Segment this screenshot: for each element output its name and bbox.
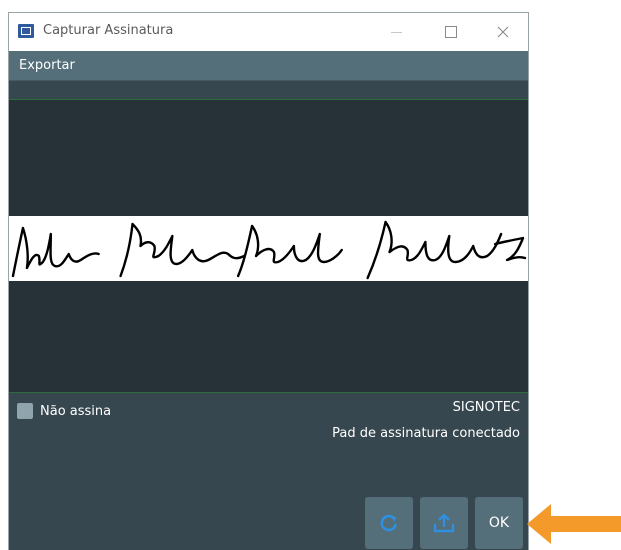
refresh-icon (380, 514, 397, 532)
capture-signature-window: Capturar Assinatura Exportar Não assina … (8, 12, 529, 550)
toolbar-strip (9, 81, 528, 99)
window-title: Capturar Assinatura (43, 23, 174, 38)
app-icon (18, 24, 34, 38)
minimize-button[interactable] (373, 13, 419, 51)
menu-export[interactable]: Exportar (19, 58, 75, 73)
device-name: SIGNOTEC (452, 400, 520, 415)
maximize-button[interactable] (428, 13, 474, 51)
not-signing-checkbox[interactable] (17, 403, 33, 419)
signature-stroke-area (9, 216, 528, 281)
upload-icon (433, 513, 455, 533)
not-signing-label: Não assina (40, 403, 112, 419)
signature-canvas[interactable] (9, 99, 528, 393)
upload-button[interactable] (420, 497, 468, 549)
title-bar: Capturar Assinatura (9, 13, 528, 51)
ok-button[interactable]: OK (475, 497, 523, 549)
orange-arrow-icon (527, 504, 621, 544)
close-button[interactable] (480, 13, 526, 51)
refresh-button[interactable] (365, 497, 413, 549)
maximize-icon (445, 26, 457, 38)
not-signing-option[interactable]: Não assina (17, 403, 111, 419)
device-status: Pad de assinatura conectado (332, 426, 520, 441)
signature-ink (11, 220, 527, 280)
close-icon (497, 26, 509, 38)
menu-bar: Exportar (9, 51, 528, 81)
minimize-icon (390, 31, 402, 33)
